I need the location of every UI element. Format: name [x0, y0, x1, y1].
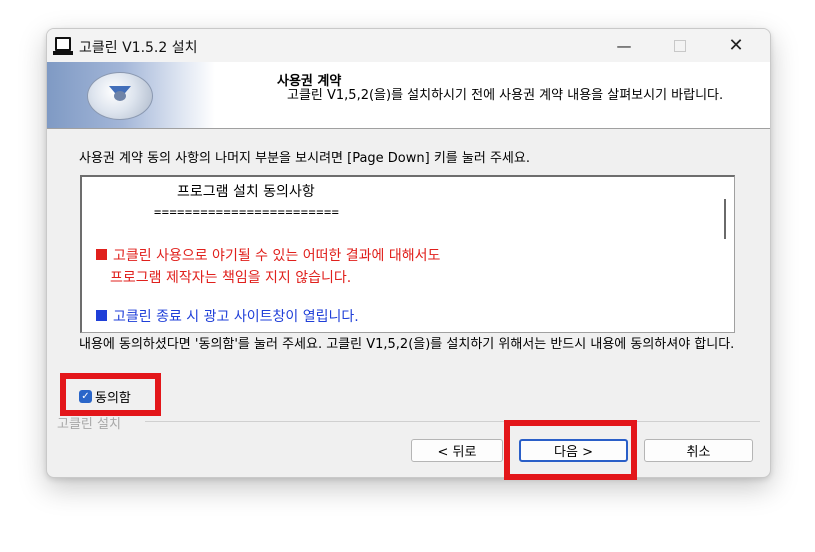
maximize-icon	[674, 39, 686, 52]
close-button[interactable]: ✕	[713, 29, 759, 62]
footer-divider	[145, 421, 760, 422]
license-warning-line-1: 고클린 사용으로 야기될 수 있는 어떠한 결과에 대해서도	[96, 245, 440, 265]
license-heading: 프로그램 설치 동의사항	[177, 184, 315, 200]
wizard-header: 사용권 계약 고클린 V1,5,2(을)를 설치하시기 전에 사용권 계약 내용…	[47, 62, 770, 129]
back-button[interactable]: < 뒤로	[411, 439, 503, 462]
checkmark-icon[interactable]: ✓	[79, 390, 92, 403]
window-title: 고클린 V1.5.2 설치	[79, 40, 198, 56]
minimize-button[interactable]: —	[601, 29, 647, 62]
agree-instruction: 내용에 동의하셨다면 '동의함'를 눌러 주세요. 고클린 V1,5,2(을)를…	[79, 337, 735, 352]
computer-icon	[53, 37, 73, 55]
header-banner	[47, 62, 215, 128]
installer-window: 고클린 V1.5.2 설치 — ✕ 사용권 계약 고클린 V1,5,2(을)를 …	[46, 28, 771, 478]
license-warning-line-2: 프로그램 제작자는 책임을 지지 않습니다.	[110, 270, 352, 286]
page-title: 사용권 계약	[277, 74, 342, 89]
next-button[interactable]: 다음 >	[519, 439, 628, 462]
page-subtitle: 고클린 V1,5,2(을)를 설치하시기 전에 사용권 계약 내용을 살펴보시기…	[287, 88, 724, 103]
license-textbox[interactable]: 프로그램 설치 동의사항 ======================== 고클…	[80, 175, 735, 333]
installer-disc-icon	[87, 72, 153, 120]
cancel-button[interactable]: 취소	[644, 439, 753, 462]
license-notice-line: 고클린 종료 시 광고 사이트창이 열립니다.	[96, 306, 359, 326]
license-blue-text: 고클린 종료 시 광고 사이트창이 열립니다.	[113, 309, 359, 325]
license-separator: ========================	[154, 205, 340, 219]
instruction-text: 사용권 계약 동의 사항의 나머지 부분을 보시려면 [Page Down] 키…	[79, 151, 530, 166]
scrollbar-thumb[interactable]	[724, 199, 726, 239]
agree-checkbox[interactable]: ✓ 동의함	[79, 387, 131, 406]
red-square-icon	[96, 249, 107, 260]
agree-checkbox-label: 동의함	[95, 391, 131, 406]
license-red-text-1: 고클린 사용으로 야기될 수 있는 어떠한 결과에 대해서도	[113, 248, 441, 264]
footer-group-label: 고클린 설치	[57, 417, 121, 432]
blue-square-icon	[96, 310, 107, 321]
maximize-button[interactable]	[657, 29, 703, 62]
disc-hole	[114, 91, 126, 101]
title-bar[interactable]: 고클린 V1.5.2 설치 — ✕	[47, 29, 770, 62]
